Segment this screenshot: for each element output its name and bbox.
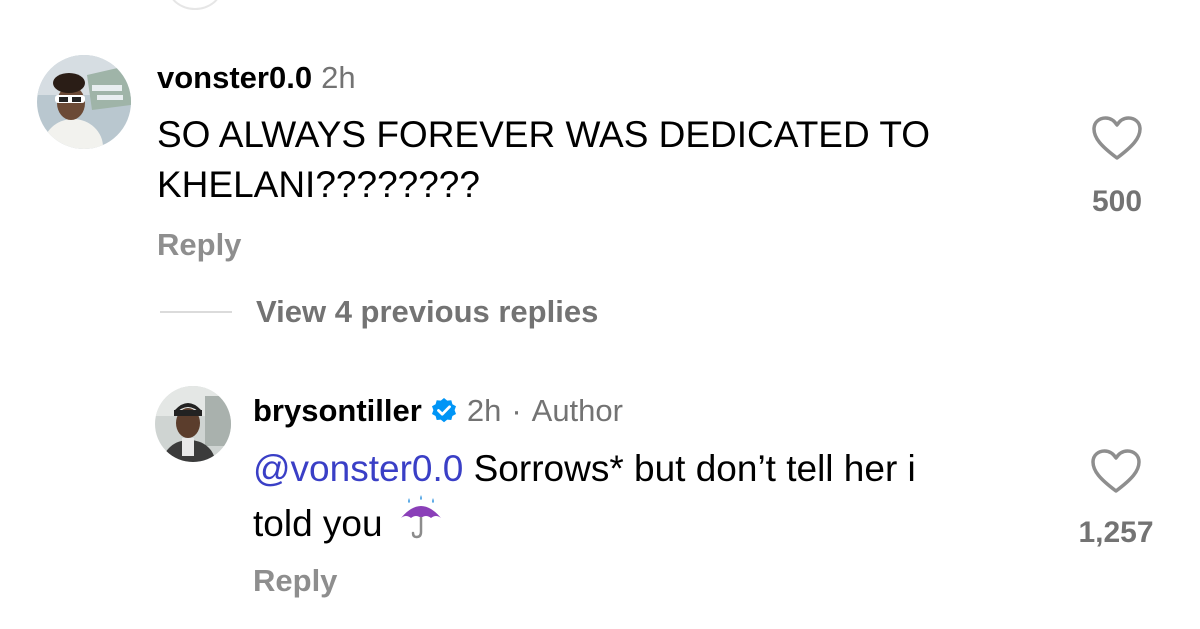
reply-text-line: told you (253, 502, 383, 544)
reply-button[interactable]: Reply (157, 227, 241, 263)
comment-username[interactable]: vonster0.0 (157, 58, 312, 98)
comment-text-line: KHELANI???????? (157, 164, 480, 205)
reply-header: brysontiller 2h · Author (253, 391, 623, 431)
reply-time: 2h (466, 393, 502, 428)
umbrella-rain-emoji-icon (397, 494, 445, 553)
heart-icon[interactable] (1091, 115, 1143, 161)
reply-text: @vonster0.0 Sorrows* but don’t tell her … (253, 444, 916, 553)
reply-button[interactable]: Reply (253, 563, 337, 599)
avatar-image (155, 386, 231, 462)
author-tag: Author (531, 393, 623, 428)
like-section: 500 (1082, 115, 1152, 219)
verified-badge-icon (430, 397, 458, 425)
meta-separator: · (511, 393, 522, 428)
comment-time: 2h (321, 60, 356, 95)
reply-username[interactable]: brysontiller (253, 391, 422, 431)
reply-text-line: Sorrows* but don’t tell her i (473, 448, 916, 489)
mention-link[interactable]: @vonster0.0 (253, 448, 463, 489)
view-previous-replies[interactable]: View 4 previous replies (160, 294, 598, 330)
avatar-image (37, 55, 131, 149)
reply-like-section: 1,257 (1076, 448, 1156, 550)
divider-line (160, 311, 232, 313)
heart-icon[interactable] (1090, 448, 1142, 494)
comment-header: vonster0.0 2h (157, 58, 356, 98)
previous-avatar-edge (168, 0, 222, 10)
avatar-brysontiller[interactable] (155, 386, 231, 462)
view-previous-replies-label: View 4 previous replies (256, 294, 599, 329)
comment-text: SO ALWAYS FOREVER WAS DEDICATED TO KHELA… (157, 110, 930, 210)
like-count: 1,257 (1078, 516, 1154, 549)
like-count: 500 (1091, 185, 1143, 218)
avatar-vonster[interactable] (37, 55, 131, 149)
comment-text-line: SO ALWAYS FOREVER WAS DEDICATED TO (157, 114, 931, 155)
